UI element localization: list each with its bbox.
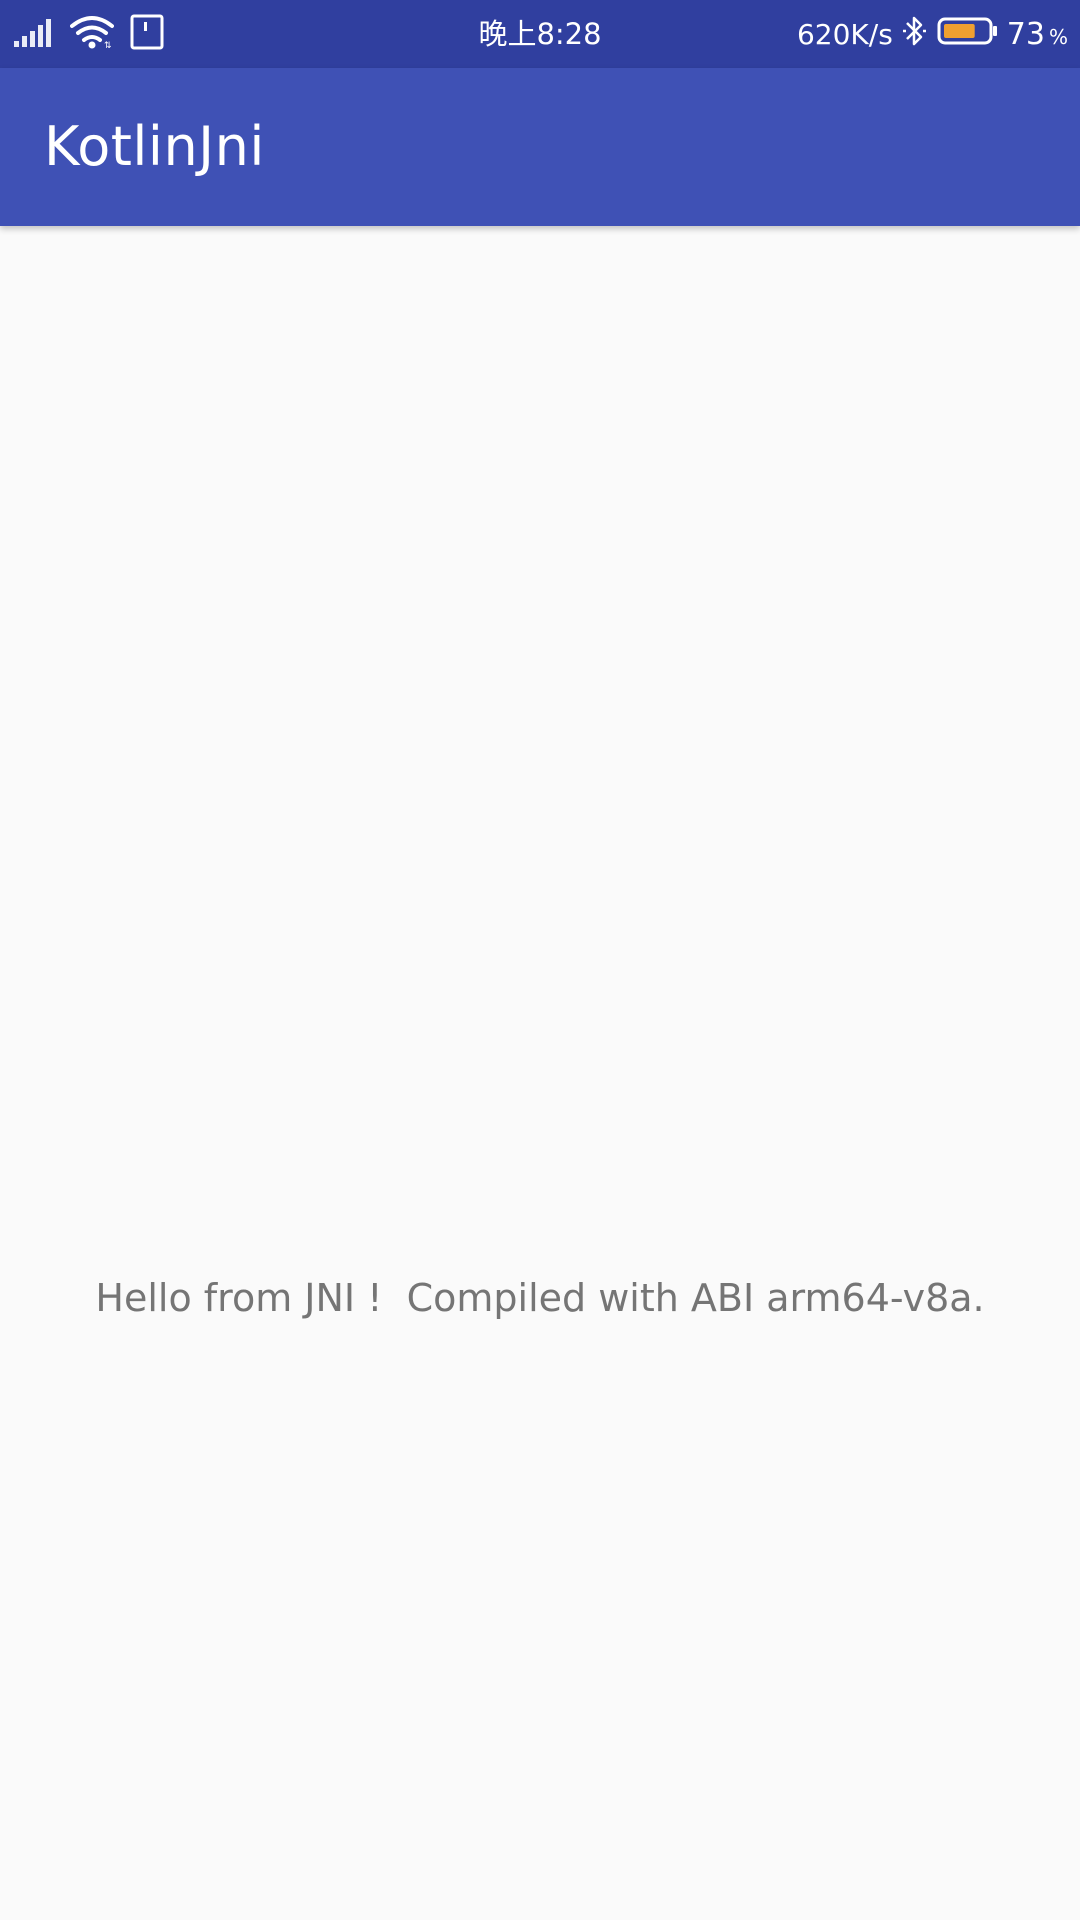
app-title: KotlinJni	[44, 115, 265, 178]
battery-fill	[943, 23, 975, 38]
battery-percentage: 73%	[1007, 17, 1068, 52]
main-content: Hello from JNI ! Compiled with ABI arm64…	[0, 226, 1080, 1920]
jni-message-text: Hello from JNI ! Compiled with ABI arm64…	[95, 1276, 985, 1320]
battery-icon	[937, 16, 999, 53]
network-speed: 620K/s	[796, 17, 893, 51]
status-bar: ⇅ 晚上8:28 620K/s 73%	[0, 0, 1080, 68]
battery-unit: %	[1048, 24, 1068, 49]
status-right-group: 620K/s 73%	[797, 0, 1068, 68]
battery-level-text: 73	[1006, 16, 1045, 52]
bluetooth-icon	[901, 13, 929, 56]
app-bar: KotlinJni	[0, 68, 1080, 226]
